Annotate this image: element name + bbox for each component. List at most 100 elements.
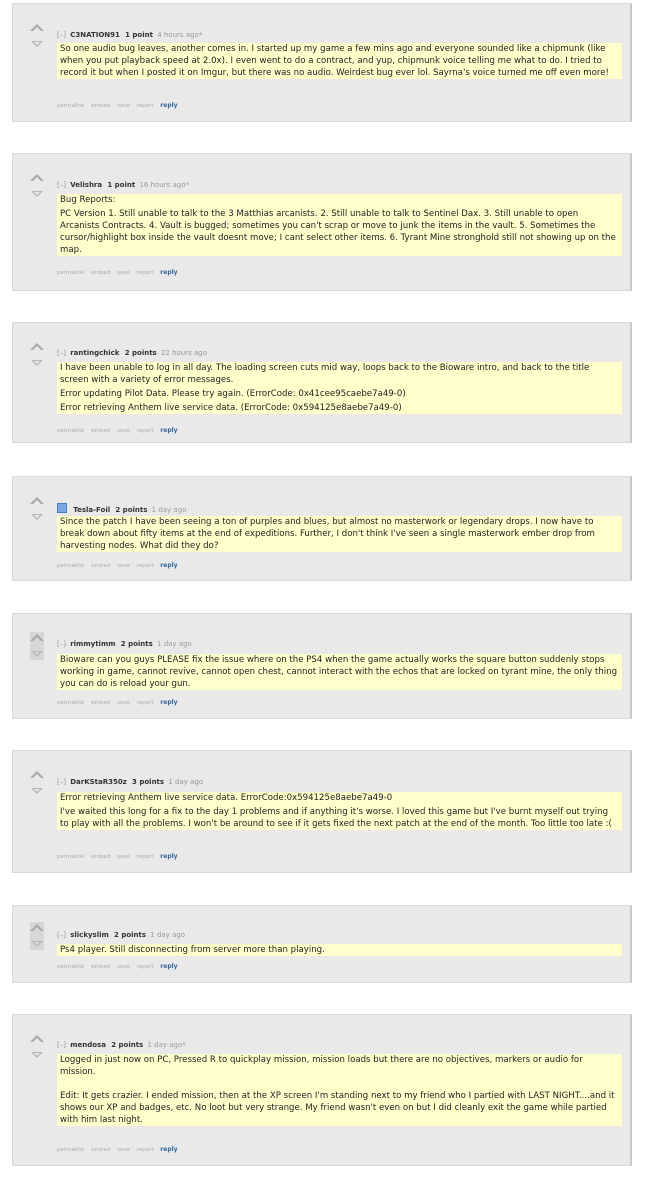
comment-paragraph: I've waited this long for a fix to the d… [60, 807, 612, 829]
save-link[interactable]: save [117, 964, 130, 970]
collapse-toggle[interactable]: [–] [57, 778, 66, 786]
comment-actions: permalink embed save report reply [57, 853, 183, 860]
comment-author[interactable]: rantingchick [70, 349, 119, 357]
comment: [–] DarKStaR350z 3 points 1 day ago Erro… [12, 750, 632, 873]
collapse-toggle[interactable]: [–] [57, 181, 66, 189]
upvote-arrow-icon[interactable] [30, 771, 44, 780]
comment-actions: permalink embed save report reply [57, 562, 183, 569]
upvote-arrow-icon[interactable] [30, 1035, 44, 1044]
permalink-link[interactable]: permalink [57, 103, 85, 109]
collapse-toggle[interactable]: [–] [57, 1041, 66, 1049]
reply-link[interactable]: reply [160, 269, 177, 276]
comment-author[interactable]: slickyslim [70, 931, 109, 939]
embed-link[interactable]: embed [91, 700, 110, 706]
upvote-arrow-icon[interactable] [30, 924, 44, 933]
upvote-arrow-icon[interactable] [30, 634, 44, 643]
save-link[interactable]: save [117, 103, 130, 109]
comment-paragraph: PC Version 1. Still unable to talk to th… [60, 209, 616, 255]
comment-actions: permalink embed save report reply [57, 269, 183, 276]
save-link[interactable]: save [117, 700, 130, 706]
embed-link[interactable]: embed [91, 103, 110, 109]
collapse-toggle[interactable]: [–] [57, 349, 66, 357]
comment-paragraph: Error retrieving Anthem live service dat… [60, 793, 393, 803]
comment-time: 1 day ago [168, 778, 204, 786]
comment-time: 1 day ago [157, 640, 192, 648]
downvote-arrow-icon[interactable] [31, 191, 43, 198]
report-link[interactable]: report [137, 1147, 154, 1153]
upvote-arrow-icon[interactable] [30, 343, 44, 352]
report-link[interactable]: report [137, 964, 154, 970]
report-link[interactable]: report [137, 428, 154, 434]
embed-link[interactable]: embed [91, 428, 110, 434]
permalink-link[interactable]: permalink [57, 700, 85, 706]
comment-body: So one audio bug leaves, another comes i… [57, 43, 622, 79]
comment-body: Error retrieving Anthem live service dat… [57, 792, 622, 830]
downvote-arrow-icon[interactable] [31, 941, 43, 948]
downvote-arrow-icon[interactable] [31, 360, 43, 367]
comment-tagline: [–] Velishra 1 point 16 hours ago* [57, 181, 189, 189]
comment-tagline: [–] rimmytimm 2 points 1 day ago [57, 640, 192, 648]
reply-link[interactable]: reply [160, 102, 177, 109]
comment-score: 2 points [114, 931, 147, 939]
upvote-arrow-icon[interactable] [30, 497, 44, 506]
comment-actions: permalink embed save report reply [57, 427, 183, 434]
reply-link[interactable]: reply [160, 427, 177, 434]
vote-arrows [30, 497, 44, 521]
downvote-arrow-icon[interactable] [31, 1052, 43, 1059]
vote-arrows [30, 922, 44, 950]
comment-body: Logged in just now on PC, Pressed R to q… [57, 1054, 622, 1126]
reply-link[interactable]: reply [160, 699, 177, 706]
reply-link[interactable]: reply [160, 963, 177, 970]
save-link[interactable]: save [117, 270, 130, 276]
permalink-link[interactable]: permalink [57, 1147, 85, 1153]
comment-tagline: [–] mendosa 2 points 1 day ago* [57, 1041, 186, 1049]
collapse-toggle[interactable]: [–] [57, 640, 66, 648]
comment-paragraph: Since the patch I have been seeing a ton… [60, 517, 595, 551]
save-link[interactable]: save [117, 854, 130, 860]
collapse-toggle[interactable]: [–] [57, 31, 66, 39]
permalink-link[interactable]: permalink [57, 428, 85, 434]
save-link[interactable]: save [117, 428, 130, 434]
comment-time: 1 day ago [150, 931, 186, 939]
report-link[interactable]: report [137, 270, 154, 276]
permalink-link[interactable]: permalink [57, 964, 85, 970]
collapse-toggle[interactable]: [–] [57, 931, 66, 939]
comment-actions: permalink embed save report reply [57, 963, 183, 970]
comment-author[interactable]: mendosa [70, 1041, 106, 1049]
embed-link[interactable]: embed [91, 854, 110, 860]
save-link[interactable]: save [117, 1147, 130, 1153]
comment-author[interactable]: Velishra [70, 181, 102, 189]
report-link[interactable]: report [137, 563, 154, 569]
comment: [–] rimmytimm 2 points 1 day ago Bioware… [12, 613, 632, 719]
comment: Tesla-Foil 2 points 1 day ago Since the … [12, 476, 632, 581]
comment-author[interactable]: DarKStaR350z [70, 778, 127, 786]
comment: [–] Velishra 1 point 16 hours ago* Bug R… [12, 153, 632, 291]
upvote-arrow-icon[interactable] [30, 174, 44, 183]
permalink-link[interactable]: permalink [57, 563, 85, 569]
report-link[interactable]: report [137, 700, 154, 706]
embed-link[interactable]: embed [91, 964, 110, 970]
embed-link[interactable]: embed [91, 1147, 110, 1153]
downvote-arrow-icon[interactable] [31, 788, 43, 795]
comment-author[interactable]: Tesla-Foil [73, 506, 110, 514]
permalink-link[interactable]: permalink [57, 270, 85, 276]
embed-link[interactable]: embed [91, 563, 110, 569]
reply-link[interactable]: reply [160, 1146, 177, 1153]
report-link[interactable]: report [137, 854, 154, 860]
upvote-arrow-icon[interactable] [30, 24, 44, 33]
comment-tagline: [–] slickyslim 2 points 1 day ago [57, 931, 185, 939]
comment-time: 16 hours ago* [139, 181, 190, 189]
embed-link[interactable]: embed [91, 270, 110, 276]
permalink-link[interactable]: permalink [57, 854, 85, 860]
comment-author[interactable]: rimmytimm [70, 640, 115, 648]
comment-body: Ps4 player. Still disconnecting from ser… [57, 944, 622, 956]
report-link[interactable]: report [137, 103, 154, 109]
downvote-arrow-icon[interactable] [31, 514, 43, 521]
reply-link[interactable]: reply [160, 562, 177, 569]
downvote-arrow-icon[interactable] [31, 651, 43, 658]
comment-paragraph: So one audio bug leaves, another comes i… [60, 44, 609, 78]
save-link[interactable]: save [117, 563, 130, 569]
comment-author[interactable]: C3NATION91 [70, 31, 120, 39]
reply-link[interactable]: reply [160, 853, 177, 860]
downvote-arrow-icon[interactable] [31, 41, 43, 48]
